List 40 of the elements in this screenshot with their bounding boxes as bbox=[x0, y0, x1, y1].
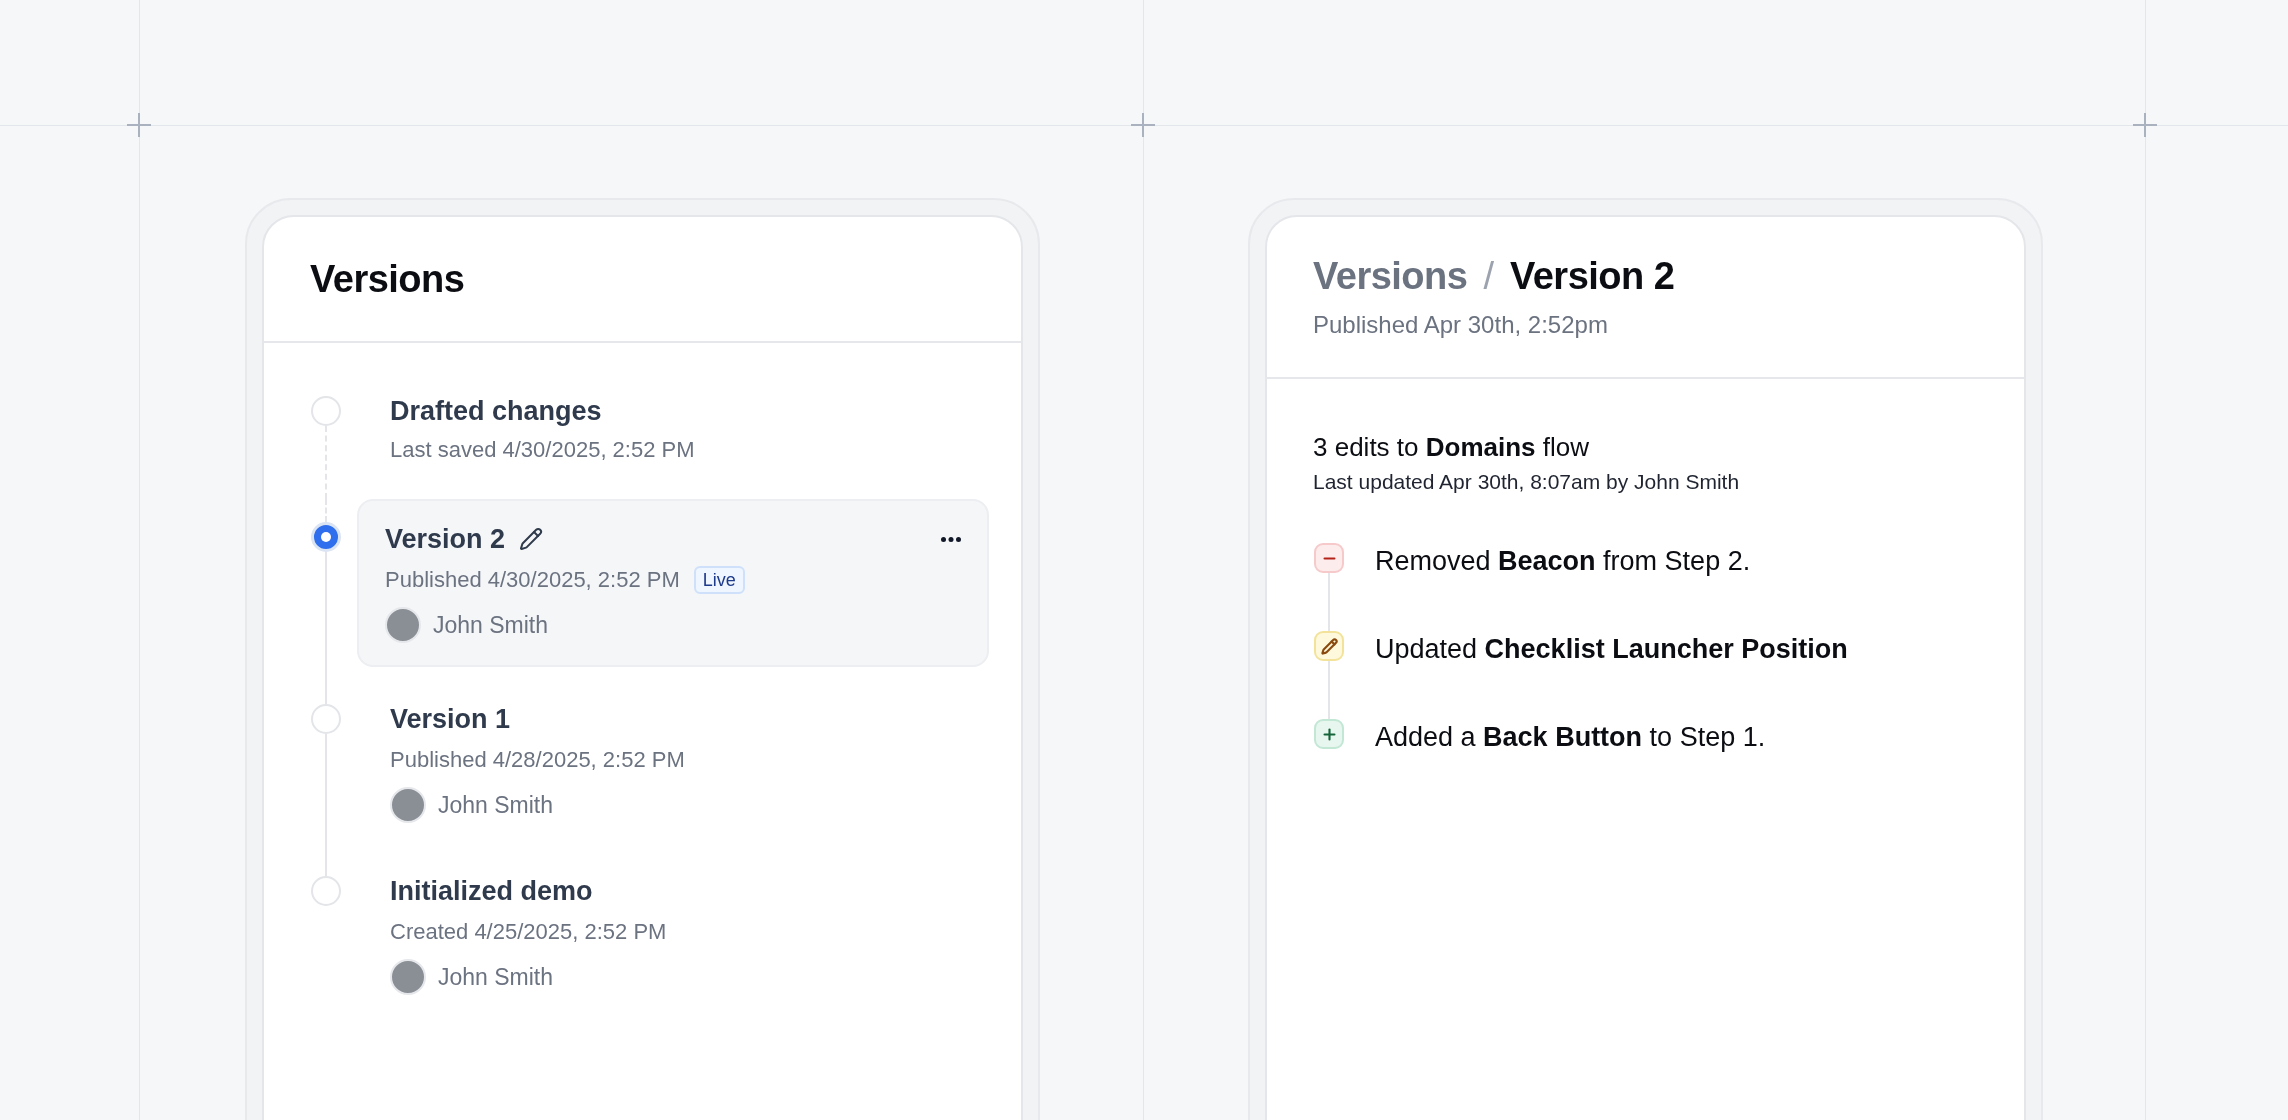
version-title: Drafted changes bbox=[390, 395, 602, 428]
edit-description: Added a Back Button to Step 1. bbox=[1375, 721, 1766, 754]
version-date: Published 4/30/2025, 2:52 PM bbox=[385, 566, 680, 594]
version-date: Created 4/25/2025, 2:52 PM bbox=[390, 918, 667, 946]
pencil-icon bbox=[1314, 631, 1344, 661]
status-badge: Live bbox=[693, 566, 745, 594]
breadcrumb-separator: / bbox=[1483, 254, 1494, 299]
plus-icon bbox=[1314, 719, 1344, 749]
version-title: Version 1 bbox=[390, 703, 511, 736]
version-title: Version 2 bbox=[385, 523, 506, 556]
author-name: John Smith bbox=[433, 611, 549, 640]
timeline-radio[interactable] bbox=[311, 522, 341, 552]
version-title: Initialized demo bbox=[390, 875, 593, 908]
avatar bbox=[385, 607, 421, 643]
author-name: John Smith bbox=[438, 963, 554, 992]
timeline-radio[interactable] bbox=[311, 876, 341, 906]
more-button[interactable] bbox=[941, 536, 961, 542]
avatar bbox=[390, 787, 426, 823]
edit-description: Updated Checklist Launcher Position bbox=[1375, 633, 1848, 666]
avatar bbox=[390, 959, 426, 995]
pencil-icon bbox=[519, 527, 544, 551]
plus-mark-icon bbox=[127, 113, 151, 137]
selected-version-card[interactable]: Version 2 Published 4/30/2025, 2:52 PM Live John Smith bbox=[357, 499, 989, 667]
panel-title: Versions bbox=[310, 257, 466, 302]
edit-summary: 3 edits to Domains flow bbox=[1313, 431, 1590, 464]
edit-description: Removed Beacon from Step 2. bbox=[1375, 545, 1751, 578]
edit-button[interactable] bbox=[519, 527, 544, 551]
minus-icon bbox=[1314, 543, 1344, 573]
version-date: Published 4/28/2025, 2:52 PM bbox=[390, 746, 685, 774]
version-date: Last saved 4/30/2025, 2:52 PM bbox=[390, 436, 695, 464]
last-updated: Last updated Apr 30th, 8:07am by John Smith bbox=[1313, 469, 1741, 495]
timeline-radio[interactable] bbox=[311, 704, 341, 734]
publish-date: Published Apr 30th, 2:52pm bbox=[1313, 310, 1609, 340]
current-page-title: Version 2 bbox=[1510, 254, 1675, 299]
author-name: John Smith bbox=[438, 791, 554, 820]
plus-mark-icon bbox=[1131, 113, 1155, 137]
timeline-radio[interactable] bbox=[311, 396, 341, 426]
more-icon bbox=[941, 536, 961, 542]
plus-mark-icon bbox=[2133, 113, 2157, 137]
breadcrumb-link[interactable]: Versions bbox=[1313, 252, 1468, 300]
